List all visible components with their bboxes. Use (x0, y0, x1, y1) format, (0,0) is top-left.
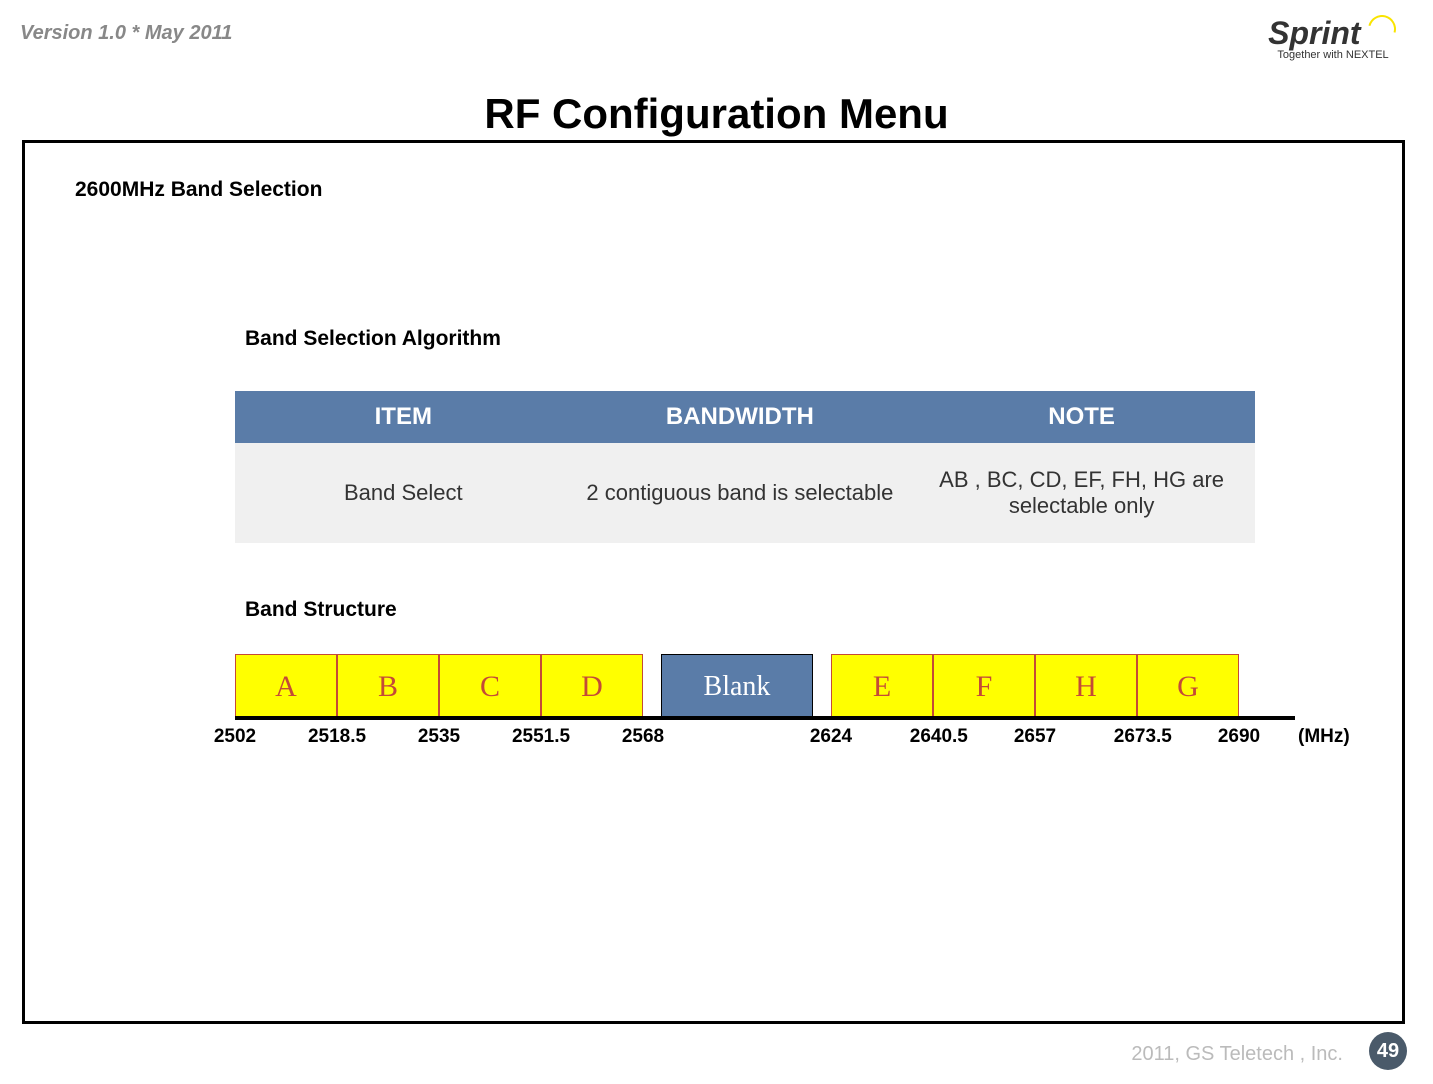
td-note: AB , BC, CD, EF, FH, HG are selectable o… (908, 443, 1255, 543)
freq-2502: 2502 (214, 726, 256, 748)
subsection-structure-title: Band Structure (245, 598, 1362, 622)
band-g: G (1137, 654, 1239, 720)
band-row: A B C D Blank E F H G (235, 654, 1295, 720)
page-number: 49 (1369, 1032, 1407, 1070)
page-title: RF Configuration Menu (0, 90, 1433, 138)
table-header-row: ITEM BANDWIDTH NOTE (235, 391, 1255, 443)
td-item: Band Select (235, 443, 572, 543)
content-box: 2600MHz Band Selection Band Selection Al… (22, 140, 1405, 1024)
band-blank: Blank (661, 654, 813, 720)
freq-2673: 2673.5 (1114, 726, 1172, 748)
section-title: 2600MHz Band Selection (75, 178, 1362, 202)
logo-swoosh-icon (1368, 15, 1398, 45)
table-row: Band Select 2 contiguous band is selecta… (235, 443, 1255, 543)
band-b: B (337, 654, 439, 720)
band-d: D (541, 654, 643, 720)
band-underline (235, 716, 1295, 720)
band-a: A (235, 654, 337, 720)
freq-unit: (MHz) (1298, 726, 1350, 748)
th-item: ITEM (235, 391, 572, 443)
sprint-logo: Sprint Together with NEXTEL (1268, 15, 1398, 61)
td-bandwidth: 2 contiguous band is selectable (572, 443, 909, 543)
freq-2690: 2690 (1218, 726, 1260, 748)
band-e: E (831, 654, 933, 720)
freq-2657: 2657 (1014, 726, 1056, 748)
subsection-algorithm-title: Band Selection Algorithm (245, 327, 1362, 351)
band-c: C (439, 654, 541, 720)
footer-copyright: 2011, GS Teletech , Inc. (1131, 1043, 1343, 1066)
freq-2624: 2624 (810, 726, 852, 748)
frequency-labels: 2502 2518.5 2535 2551.5 2568 2624 2640.5… (235, 726, 1295, 756)
algorithm-table: ITEM BANDWIDTH NOTE Band Select 2 contig… (235, 391, 1255, 543)
logo-subtitle: Together with NEXTEL (1268, 49, 1398, 61)
freq-2551: 2551.5 (512, 726, 570, 748)
th-bandwidth: BANDWIDTH (572, 391, 909, 443)
version-text: Version 1.0 * May 2011 (20, 22, 232, 45)
th-note: NOTE (908, 391, 1255, 443)
band-f: F (933, 654, 1035, 720)
freq-2640: 2640.5 (910, 726, 968, 748)
freq-2535: 2535 (418, 726, 460, 748)
freq-2568: 2568 (622, 726, 664, 748)
logo-text: Sprint (1268, 15, 1360, 51)
band-h: H (1035, 654, 1137, 720)
freq-2518: 2518.5 (308, 726, 366, 748)
band-structure-diagram: A B C D Blank E F H G 2502 2518.5 2535 2… (235, 654, 1295, 756)
